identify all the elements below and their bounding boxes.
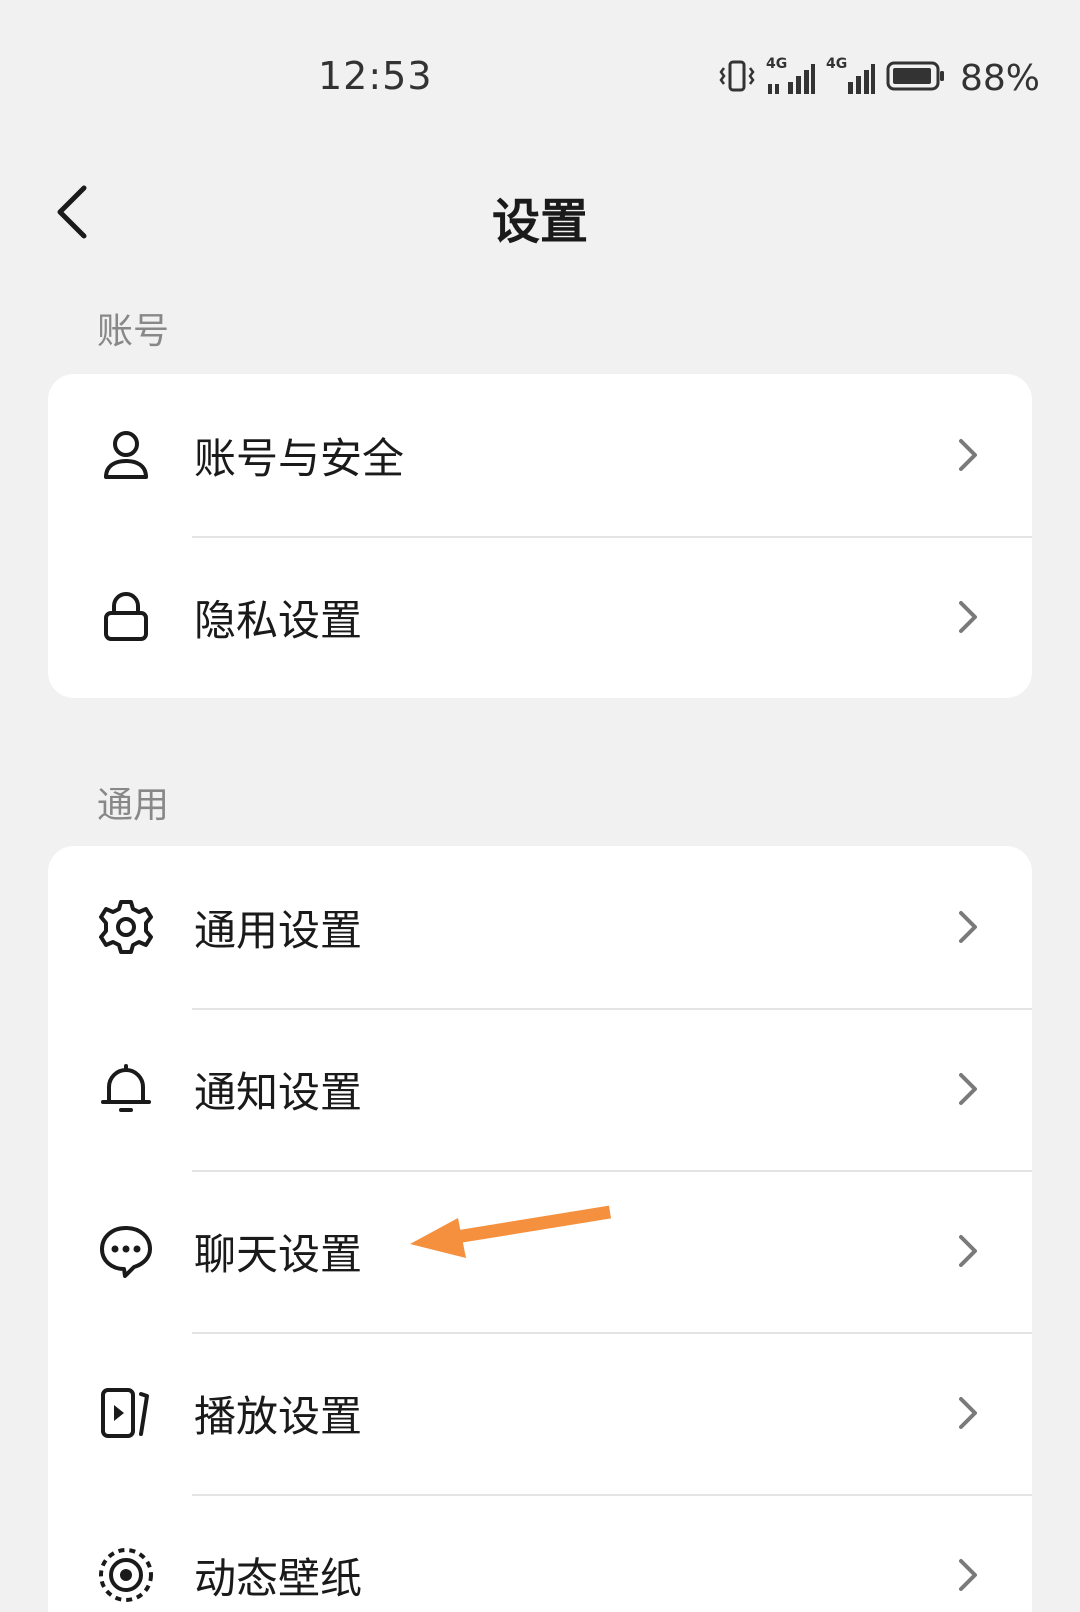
signal-icon-1: 4G <box>766 56 816 98</box>
page-title: 设置 <box>491 194 588 250</box>
account-card: 账号与安全 隐私设置 <box>48 374 1032 698</box>
chevron-right-icon <box>954 1069 982 1109</box>
wallpaper-icon <box>96 1545 156 1605</box>
play-icon <box>96 1383 156 1443</box>
bell-icon <box>96 1059 156 1119</box>
row-label: 动态壁纸 <box>194 1553 363 1603</box>
signal-icon-2: 4G <box>826 56 876 98</box>
chevron-right-icon <box>954 435 982 475</box>
status-bar: 12:53 4G 4G 88% <box>0 0 1080 160</box>
section-label-account: 账号 <box>97 311 170 352</box>
row-general-settings[interactable]: 通用设置 <box>48 846 1032 1008</box>
row-playback-settings[interactable]: 播放设置 <box>48 1332 1032 1494</box>
chevron-right-icon <box>954 907 982 947</box>
annotation-arrow <box>410 1205 612 1258</box>
battery-icon <box>886 60 946 96</box>
battery-percent: 88% <box>959 57 1040 99</box>
status-icons: 4G 4G 88% <box>718 56 1040 100</box>
row-label: 聊天设置 <box>194 1229 363 1279</box>
row-label: 通知设置 <box>194 1067 363 1117</box>
lock-icon <box>96 587 156 647</box>
user-icon <box>96 425 156 485</box>
row-privacy-settings[interactable]: 隐私设置 <box>48 536 1032 698</box>
row-label: 账号与安全 <box>194 433 405 483</box>
row-live-wallpaper[interactable]: 动态壁纸 <box>48 1494 1032 1612</box>
chat-icon <box>96 1221 156 1281</box>
chevron-right-icon <box>954 1231 982 1271</box>
chevron-right-icon <box>954 1393 982 1433</box>
vibrate-icon <box>718 59 756 97</box>
chevron-right-icon <box>954 597 982 637</box>
nav-bar: 设置 <box>0 160 1080 260</box>
row-label: 隐私设置 <box>194 595 363 645</box>
gear-icon <box>96 897 156 957</box>
row-account-security[interactable]: 账号与安全 <box>48 374 1032 536</box>
status-time: 12:53 <box>318 54 433 98</box>
section-label-general: 通用 <box>97 785 170 826</box>
row-label: 播放设置 <box>194 1391 363 1441</box>
row-notification-settings[interactable]: 通知设置 <box>48 1008 1032 1170</box>
chevron-right-icon <box>954 1555 982 1595</box>
row-label: 通用设置 <box>194 905 363 955</box>
